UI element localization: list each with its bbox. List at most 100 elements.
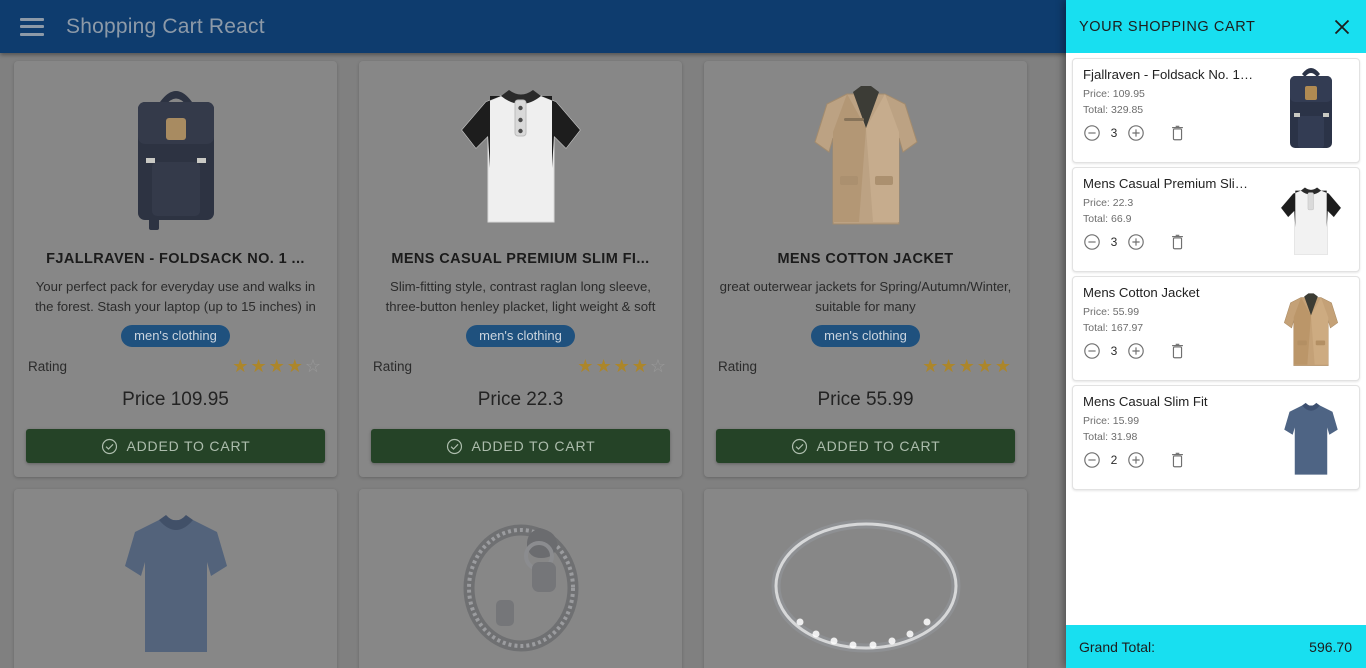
product-card[interactable]: FJALLRAVEN - FOLDSACK NO. 1 ... Your per… <box>14 61 337 477</box>
cart-item-controls: 3 <box>1083 342 1271 360</box>
cart-item-name: Mens Casual Slim Fit <box>1083 394 1208 409</box>
cart-item-total: Total: 329.85 <box>1083 104 1144 116</box>
grand-total-value: 596.70 <box>1309 638 1352 655</box>
trash-icon[interactable] <box>1170 233 1185 251</box>
rating-label: Rating <box>718 358 758 374</box>
circle-minus-icon[interactable] <box>1083 124 1101 142</box>
cart-header: YOUR SHOPPING CART <box>1066 0 1366 53</box>
product-card[interactable]: SOLID GOLD PETITE MICROPAVE <box>704 489 1027 668</box>
category-chip[interactable]: men's clothing <box>466 325 575 347</box>
cart-items-list: Fjallraven - Foldsack No. 1 Backp... Pri… <box>1066 53 1366 625</box>
product-card[interactable]: MENS CASUAL SLIM FIT The color could be … <box>14 489 337 668</box>
trash-icon[interactable] <box>1170 451 1185 469</box>
cart-item-quantity: 2 <box>1110 453 1118 467</box>
cart-item-info: Mens Casual Premium Slim Fit T-... Price… <box>1083 176 1271 251</box>
cart-item-name: Mens Cotton Jacket <box>1083 285 1200 300</box>
cart-item-total: Total: 167.97 <box>1083 322 1144 334</box>
circle-minus-icon[interactable] <box>1083 342 1101 360</box>
circle-plus-icon[interactable] <box>1127 451 1145 469</box>
cart-item: Mens Cotton Jacket Price: 55.99 Total: 1… <box>1072 276 1360 381</box>
cart-item-price: Price: 109.95 <box>1083 88 1145 100</box>
cart-item: Mens Casual Slim Fit Price: 15.99 Total:… <box>1072 385 1360 490</box>
cart-item-controls: 3 <box>1083 124 1271 142</box>
circle-plus-icon[interactable] <box>1127 124 1145 142</box>
cart-item-total: Total: 31.98 <box>1083 431 1138 443</box>
cart-item: Fjallraven - Foldsack No. 1 Backp... Pri… <box>1072 58 1360 163</box>
star-rating-icon: ★★★★☆ <box>577 356 668 376</box>
category-chip[interactable]: men's clothing <box>121 325 230 347</box>
page-title: Shopping Cart React <box>66 14 265 38</box>
product-title: FJALLRAVEN - FOLDSACK NO. 1 ... <box>46 251 305 267</box>
product-title: MENS CASUAL PREMIUM SLIM FI... <box>391 251 650 267</box>
product-description: great outerwear jackets for Spring/Autum… <box>719 279 1012 314</box>
category-chip[interactable]: men's clothing <box>811 325 920 347</box>
cart-item-total: Total: 66.9 <box>1083 213 1132 225</box>
cart-item-info: Fjallraven - Foldsack No. 1 Backp... Pri… <box>1083 67 1271 142</box>
product-price: Price 55.99 <box>817 389 914 410</box>
trash-icon[interactable] <box>1170 124 1185 142</box>
cart-item-price: Price: 55.99 <box>1083 306 1140 318</box>
product-title: MENS COTTON JACKET <box>777 251 954 267</box>
added-to-cart-button[interactable]: ADDED TO CART <box>26 429 325 463</box>
check-circle-icon <box>791 438 807 454</box>
dragon-bracelet-image <box>371 499 670 668</box>
check-circle-icon <box>101 438 117 454</box>
shopping-cart-drawer: YOUR SHOPPING CART Fjallraven - Foldsack… <box>1066 0 1366 668</box>
cart-footer: Grand Total: 596.70 <box>1066 625 1366 668</box>
product-price: Price 109.95 <box>122 389 229 410</box>
slim-fit-shirt-image <box>1271 394 1351 484</box>
product-card[interactable]: JOHN HARDY WOMEN'S LEGEND... <box>359 489 682 668</box>
backpack-navy-image <box>26 71 325 241</box>
cart-item-quantity: 3 <box>1110 126 1118 140</box>
product-card[interactable]: MENS COTTON JACKET great outerwear jacke… <box>704 61 1027 477</box>
added-to-cart-button[interactable]: ADDED TO CART <box>371 429 670 463</box>
hamburger-menu-icon[interactable] <box>20 17 44 36</box>
cotton-jacket-image <box>716 71 1015 241</box>
star-rating-icon: ★★★★☆ <box>232 356 323 376</box>
product-description: Your perfect pack for everyday use and w… <box>35 279 316 314</box>
category-chip-row: men's clothing <box>371 325 670 347</box>
check-circle-icon <box>446 438 462 454</box>
slim-fit-shirt-image <box>26 499 325 668</box>
added-to-cart-button[interactable]: ADDED TO CART <box>716 429 1015 463</box>
rating-row: Rating ★★★★★ <box>716 357 1015 375</box>
cart-item-name: Fjallraven - Foldsack No. 1 Backp... <box>1083 67 1255 82</box>
rating-row: Rating ★★★★☆ <box>371 357 670 375</box>
cart-item-quantity: 3 <box>1110 344 1118 358</box>
henley-tshirt-image <box>1271 176 1351 266</box>
rating-label: Rating <box>373 358 413 374</box>
cart-item-quantity: 3 <box>1110 235 1118 249</box>
category-chip-row: men's clothing <box>716 325 1015 347</box>
product-price: Price 22.3 <box>477 389 564 410</box>
henley-tshirt-image <box>371 71 670 241</box>
gold-ring-image <box>716 499 1015 668</box>
cart-item-controls: 3 <box>1083 233 1271 251</box>
cart-item: Mens Casual Premium Slim Fit T-... Price… <box>1072 167 1360 272</box>
cart-item-info: Mens Casual Slim Fit Price: 15.99 Total:… <box>1083 394 1271 469</box>
rating-row: Rating ★★★★☆ <box>26 357 325 375</box>
product-description: Slim-fitting style, contrast raglan long… <box>385 279 656 314</box>
cart-item-price: Price: 22.3 <box>1083 197 1134 209</box>
star-rating-icon: ★★★★★ <box>922 356 1013 376</box>
app-root: Shopping Cart React FJALLRAVEN - FOLDSAC… <box>0 0 1366 668</box>
circle-plus-icon[interactable] <box>1127 233 1145 251</box>
grand-total-label: Grand Total: <box>1079 638 1156 655</box>
rating-label: Rating <box>28 358 68 374</box>
trash-icon[interactable] <box>1170 342 1185 360</box>
circle-plus-icon[interactable] <box>1127 342 1145 360</box>
cart-item-info: Mens Cotton Jacket Price: 55.99 Total: 1… <box>1083 285 1271 360</box>
product-card[interactable]: MENS CASUAL PREMIUM SLIM FI... Slim-fitt… <box>359 61 682 477</box>
cart-item-price: Price: 15.99 <box>1083 415 1140 427</box>
backpack-navy-image <box>1271 67 1351 157</box>
cart-item-name: Mens Casual Premium Slim Fit T-... <box>1083 176 1255 191</box>
cotton-jacket-image <box>1271 285 1351 375</box>
circle-minus-icon[interactable] <box>1083 233 1101 251</box>
close-x-icon[interactable] <box>1332 17 1352 37</box>
added-to-cart-label: ADDED TO CART <box>471 438 596 454</box>
added-to-cart-label: ADDED TO CART <box>126 438 251 454</box>
circle-minus-icon[interactable] <box>1083 451 1101 469</box>
cart-title: YOUR SHOPPING CART <box>1079 18 1256 35</box>
cart-item-controls: 2 <box>1083 451 1271 469</box>
category-chip-row: men's clothing <box>26 325 325 347</box>
added-to-cart-label: ADDED TO CART <box>816 438 941 454</box>
